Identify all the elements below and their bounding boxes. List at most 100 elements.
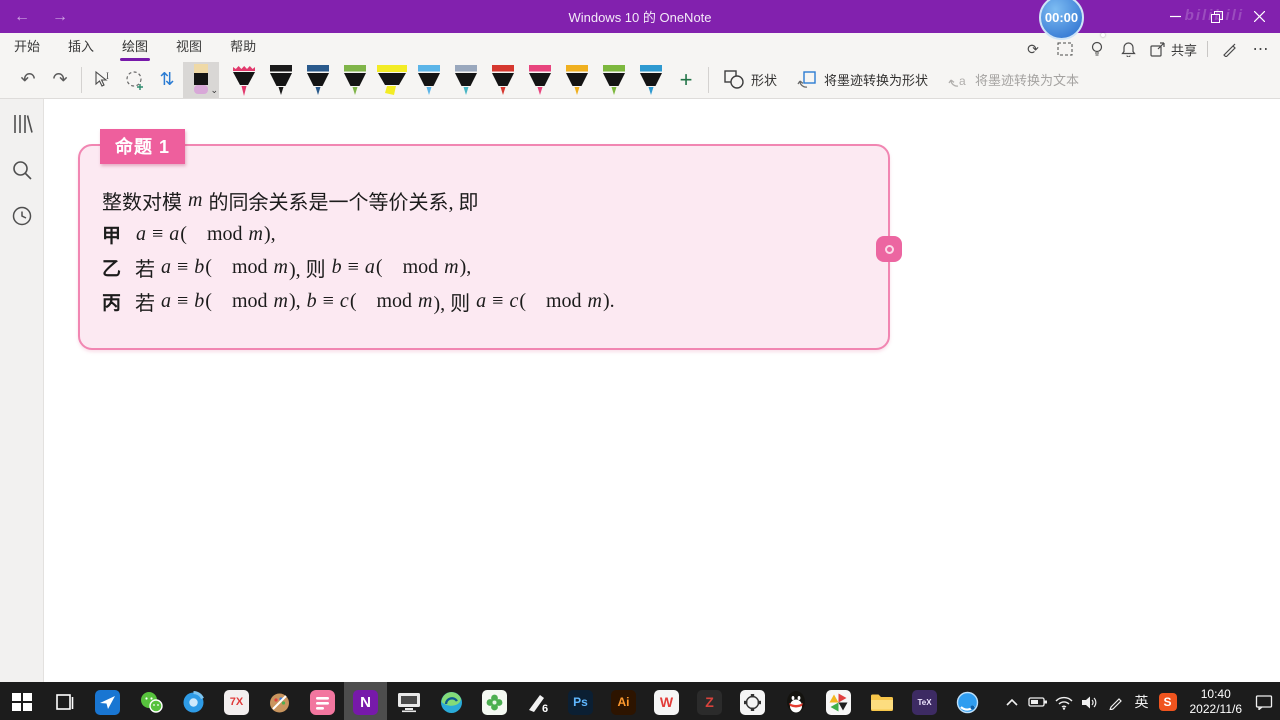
hidden-icons-chevron[interactable] <box>1000 682 1024 720</box>
menu-row: 开始 插入 绘图 视图 帮助 ⟳ 共享 ⋯ <box>0 33 1280 61</box>
notifications-bell-icon[interactable] <box>1118 39 1140 59</box>
highlighter-yellow[interactable] <box>373 62 410 98</box>
window-title: Windows 10 的 OneNote <box>568 10 712 25</box>
add-pen-button[interactable]: + <box>669 64 703 96</box>
more-commands-icon[interactable]: ⋯ <box>1250 39 1272 59</box>
share-icon <box>1150 41 1165 57</box>
clock-time: 10:40 <box>1200 687 1231 701</box>
eraser-button[interactable]: ⌄ <box>183 61 219 98</box>
pen-blue[interactable] <box>632 62 669 98</box>
pen-green[interactable] <box>336 62 373 98</box>
svg-text:I: I <box>106 71 109 81</box>
7x-app[interactable]: 7X <box>215 682 258 720</box>
proposition-line: 丙若 a ≡ b( mod m), b ≡ c( mod m), 则 a ≡ c… <box>102 289 615 315</box>
pink-dict-app[interactable] <box>301 682 344 720</box>
sync-icon[interactable]: ⟳ <box>1022 39 1044 59</box>
left-rail <box>0 99 44 682</box>
sogou-input-icon[interactable]: S <box>1156 682 1180 720</box>
tell-me-lightbulb-icon[interactable] <box>1086 39 1108 59</box>
convert-ink-to-shape-icon <box>797 71 816 88</box>
proposition-badge: 命题 1 <box>100 129 186 164</box>
network-app[interactable] <box>731 682 774 720</box>
close-button[interactable] <box>1238 0 1280 33</box>
edge-browser[interactable] <box>430 682 473 720</box>
svg-text:a: a <box>959 74 966 88</box>
onenote-app[interactable]: N <box>344 682 387 720</box>
shapes-button[interactable]: 形状 <box>724 70 777 89</box>
action-center-icon[interactable] <box>1252 682 1276 720</box>
notebooks-icon[interactable] <box>9 111 35 137</box>
title-bar: ← → Windows 10 的 OneNote bilibili 00:00 <box>0 0 1280 40</box>
pinwheel-app[interactable] <box>817 682 860 720</box>
pen-lime[interactable] <box>595 62 632 98</box>
illustrator-app[interactable]: Ai <box>602 682 645 720</box>
messenger-app[interactable] <box>86 682 129 720</box>
screen-monitor-app[interactable] <box>387 682 430 720</box>
tablet-driver-app[interactable]: 6 <box>516 682 559 720</box>
proposition-line: 整数对模 m 的同余关系是一个等价关系, 即 <box>102 189 479 215</box>
search-icon[interactable] <box>9 157 35 183</box>
pen-navy[interactable] <box>299 62 336 98</box>
select-tool-button[interactable]: I <box>87 64 119 96</box>
pen-magenta[interactable] <box>521 62 558 98</box>
browser-360-app[interactable] <box>172 682 215 720</box>
convert-ink-to-shape-button[interactable]: 将墨迹转换为形状 <box>797 70 928 89</box>
tab-draw[interactable]: 绘图 <box>120 32 151 61</box>
mouse-cursor-dot <box>1101 33 1105 37</box>
restore-button[interactable] <box>1196 0 1238 33</box>
wifi-icon[interactable] <box>1052 682 1076 720</box>
pen-galaxy[interactable] <box>447 62 484 98</box>
taskbar-clock[interactable]: 10:40 2022/11/6 <box>1182 687 1251 717</box>
wps-app[interactable]: W <box>645 682 688 720</box>
tab-menu-4[interactable]: 帮助 <box>230 32 256 61</box>
recent-notes-clock-icon[interactable] <box>9 203 35 229</box>
ime-language-indicator[interactable]: 英 <box>1130 682 1154 720</box>
taskbar: 7X N 6 Ps Ai W Z TeX 英 S 10:40 2022/11/6 <box>0 682 1280 720</box>
full-page-view-icon[interactable] <box>1054 39 1076 59</box>
ribbon: 开始 插入 绘图 视图 帮助 ⟳ 共享 ⋯ ↶ ↷ I ⇅ ⌄ + 形状 将墨迹… <box>0 33 1280 99</box>
pen-tray-icon[interactable] <box>1104 682 1128 720</box>
line-label: 丙 <box>102 292 122 314</box>
tex-app[interactable]: TeX <box>903 682 946 720</box>
paint-app[interactable] <box>258 682 301 720</box>
proposition-line: 甲a ≡ a( mod m), <box>102 222 276 247</box>
qq-app[interactable] <box>774 682 817 720</box>
battery-icon[interactable] <box>1026 682 1050 720</box>
clover-app[interactable] <box>473 682 516 720</box>
eraser-dropdown-chevron[interactable]: ⌄ <box>210 85 218 96</box>
wechat-app[interactable] <box>129 682 172 720</box>
insert-space-button[interactable]: ⇅ <box>151 64 183 96</box>
undo-button[interactable]: ↶ <box>12 64 44 96</box>
inking-pen-icon[interactable] <box>1218 39 1240 59</box>
page-canvas[interactable]: 命题 1 整数对模 m 的同余关系是一个等价关系, 即甲a ≡ a( mod m… <box>44 99 1280 682</box>
svg-text:6: 6 <box>542 703 548 715</box>
pen-sky-blue[interactable] <box>410 62 447 98</box>
volume-icon[interactable] <box>1078 682 1102 720</box>
minimize-button[interactable] <box>1154 0 1196 33</box>
draw-toolbar: ↶ ↷ I ⇅ ⌄ + 形状 将墨迹转换为形状 a 将墨迹转换为文本 <box>0 61 1280 98</box>
clock-date: 2022/11/6 <box>1189 702 1243 716</box>
pen-red[interactable] <box>484 62 521 98</box>
file-explorer[interactable] <box>860 682 903 720</box>
start-button[interactable] <box>0 682 43 720</box>
shapes-icon <box>724 70 744 89</box>
redo-button[interactable]: ↷ <box>44 64 76 96</box>
proposition-box[interactable]: 命题 1 整数对模 m 的同余关系是一个等价关系, 即甲a ≡ a( mod m… <box>78 129 902 350</box>
pen-black[interactable] <box>262 62 299 98</box>
lasso-select-button[interactable] <box>119 64 151 96</box>
convert-ink-to-text-button: a 将墨迹转换为文本 <box>948 70 1079 89</box>
pen-amber[interactable] <box>558 62 595 98</box>
convert-ink-to-text-icon: a <box>948 74 966 88</box>
quark-browser[interactable] <box>946 682 989 720</box>
photoshop-app[interactable]: Ps <box>559 682 602 720</box>
tab-menu-1[interactable]: 插入 <box>68 32 94 61</box>
tab-menu-0[interactable]: 开始 <box>14 32 40 61</box>
line-label: 甲 <box>102 225 122 247</box>
z-app[interactable]: Z <box>688 682 731 720</box>
work-area: 命题 1 整数对模 m 的同余关系是一个等价关系, 即甲a ≡ a( mod m… <box>0 99 1280 682</box>
task-view-button[interactable] <box>43 682 86 720</box>
box-resize-handle[interactable] <box>876 236 902 262</box>
tab-menu-3[interactable]: 视图 <box>176 32 202 61</box>
pencil-crimson[interactable] <box>225 62 262 98</box>
share-button[interactable]: 共享 <box>1150 40 1197 59</box>
